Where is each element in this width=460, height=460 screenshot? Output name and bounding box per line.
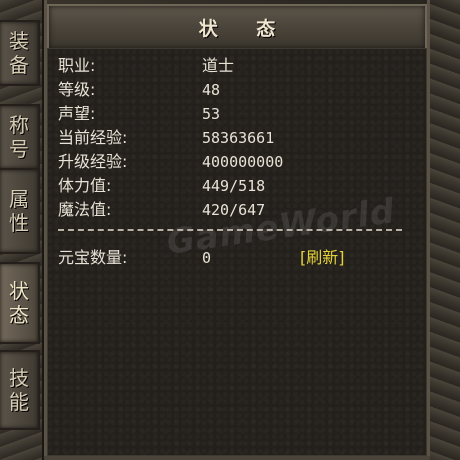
tab-skill-label: 技能 bbox=[9, 366, 29, 414]
tab-attributes[interactable]: 属性 bbox=[0, 168, 40, 254]
tab-status-label: 状态 bbox=[9, 279, 29, 327]
refresh-button[interactable]: [刷新] bbox=[300, 247, 345, 269]
watermark-logo: GameWorld bbox=[164, 191, 398, 263]
tab-equip[interactable]: 装备 bbox=[0, 20, 40, 86]
window-title: 状 态 bbox=[198, 17, 292, 40]
tab-attributes-label: 属性 bbox=[9, 187, 29, 235]
currency-label: 元宝数量: bbox=[58, 248, 128, 267]
stat-value: 58363661 bbox=[202, 129, 275, 147]
stat-label: 升级经验: bbox=[58, 152, 128, 171]
stat-label: 声望: bbox=[58, 104, 96, 123]
section-divider bbox=[58, 229, 402, 239]
tab-title-label: 称号 bbox=[9, 113, 29, 161]
stat-value: 400000000 bbox=[202, 153, 284, 171]
stat-value: 420/647 bbox=[202, 201, 266, 219]
stat-value: 449/518 bbox=[202, 177, 266, 195]
bottom-frame-border bbox=[44, 456, 430, 460]
stat-label: 职业: bbox=[58, 56, 96, 75]
stat-value: 道士 bbox=[202, 56, 235, 75]
tab-skill[interactable]: 技能 bbox=[0, 350, 40, 430]
status-window: 装备 称号 属性 状态 技能 状 态 GameWorld 职业: 道士 等级: … bbox=[0, 0, 460, 460]
tab-equip-label: 装备 bbox=[9, 29, 29, 77]
stat-value: 48 bbox=[202, 81, 221, 99]
stat-value: 53 bbox=[202, 105, 221, 123]
tab-status[interactable]: 状态 bbox=[0, 262, 40, 344]
window-header: 状 态 bbox=[47, 4, 427, 50]
tab-title[interactable]: 称号 bbox=[0, 104, 40, 170]
right-frame-border bbox=[427, 0, 460, 460]
stat-label: 魔法值: bbox=[58, 200, 112, 219]
stat-label: 当前经验: bbox=[58, 128, 128, 147]
currency-value: 0 bbox=[202, 249, 212, 267]
tab-column: 装备 称号 属性 状态 技能 bbox=[0, 0, 47, 460]
stats-panel: GameWorld 职业: 道士 等级: 48 声望: 53 当前经验: 583… bbox=[47, 48, 427, 456]
stat-label: 体力值: bbox=[58, 176, 112, 195]
stat-label: 等级: bbox=[58, 80, 96, 99]
